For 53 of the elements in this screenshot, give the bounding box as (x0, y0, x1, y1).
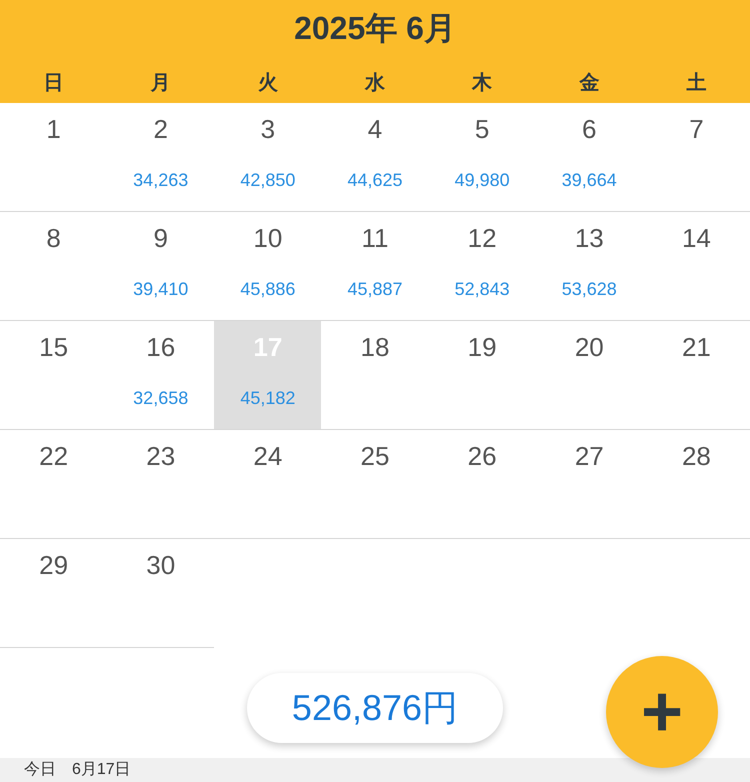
today-label: 今日 6月17日 (24, 760, 131, 780)
day-number: 4 (368, 113, 382, 145)
day-number: 11 (361, 222, 388, 254)
day-number: 5 (474, 113, 490, 145)
day-amount: 32,658 (133, 387, 188, 410)
day-number: 10 (253, 222, 282, 254)
day-amount: 34,263 (133, 169, 188, 192)
add-button[interactable]: + (606, 656, 718, 768)
day-number: 22 (39, 440, 68, 472)
weekday-label: 日 (44, 71, 64, 96)
day-amount: 49,980 (454, 169, 510, 192)
day-number: 24 (253, 440, 282, 472)
weekday-label: 月 (150, 71, 171, 96)
weekday-label: 火 (258, 71, 278, 96)
day-amount: 42,850 (240, 169, 296, 192)
day-number: 18 (360, 331, 390, 363)
day-amount: 39,410 (133, 278, 188, 301)
day-number: 14 (682, 222, 711, 254)
day-number: 27 (574, 440, 604, 472)
day-number: 30 (146, 549, 176, 581)
day-cell[interactable]: 16 32,658 (107, 321, 214, 430)
day-number: 9 (153, 222, 168, 254)
day-number: 26 (468, 440, 497, 472)
day-number: 23 (146, 440, 176, 472)
day-number: 3 (260, 113, 276, 145)
day-number: 20 (574, 331, 604, 363)
day-number: 21 (682, 331, 711, 363)
day-amount: 45,182 (240, 387, 296, 410)
weekday-label: 水 (364, 71, 385, 96)
day-number: 7 (689, 113, 704, 145)
weekday-label: 木 (472, 71, 492, 96)
weekday-label: 金 (579, 71, 600, 96)
day-number: 15 (39, 331, 68, 363)
day-amount: 39,664 (562, 169, 617, 192)
month-title: 2025年 6月 (294, 9, 456, 48)
day-number: 1 (46, 113, 61, 145)
day-number: 8 (46, 222, 61, 254)
day-number: 19 (468, 331, 497, 363)
day-amount: 53,628 (562, 278, 617, 301)
total-amount: 526,876円 (292, 686, 458, 730)
day-number: 25 (360, 440, 390, 472)
day-number: 13 (574, 222, 604, 254)
day-number: 29 (39, 549, 68, 581)
day-number: 16 (146, 331, 176, 363)
day-amount: 45,887 (347, 278, 403, 301)
weekday-label: 土 (686, 71, 706, 96)
day-number: 6 (582, 113, 596, 145)
day-number: 28 (682, 440, 711, 472)
day-amount: 52,843 (454, 278, 510, 301)
day-number: 2 (153, 113, 168, 145)
day-amount: 44,625 (347, 169, 403, 192)
day-amount: 45,886 (240, 278, 296, 301)
day-number: 12 (468, 222, 497, 254)
